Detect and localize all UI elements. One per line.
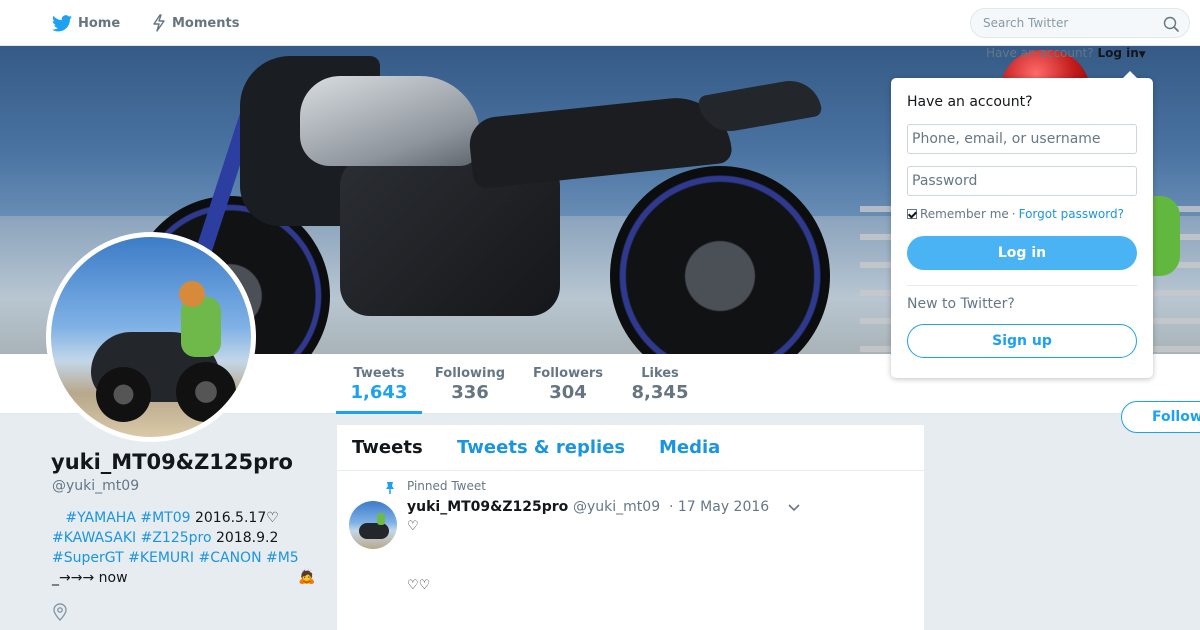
login-dropdown-toggle[interactable]: Log in▼ [1097, 46, 1145, 60]
bio-line-1: #YAMAHA #MT09 2016.5.17♡ [52, 508, 322, 528]
tweet-timestamp[interactable]: · 17 May 2016 [669, 499, 769, 515]
stat-tweets[interactable]: Tweets 1,643 [336, 354, 422, 414]
stat-following[interactable]: Following 336 [430, 354, 510, 414]
login-divider [907, 285, 1137, 286]
bio-text-1: 2016.5.17♡ [190, 510, 279, 526]
avatar-helmet [179, 281, 205, 307]
location-pin-icon [53, 603, 67, 621]
password-field[interactable] [907, 166, 1137, 196]
login-dropdown: Have an account? Remember me · Forgot pa… [891, 71, 1153, 378]
bio-line-3: #SuperGT #KEMURI #CANON #M5 [52, 548, 322, 568]
search-box [970, 8, 1190, 38]
avatar-front-wheel [96, 367, 151, 422]
pinned-tweet-label: Pinned Tweet [407, 479, 486, 493]
bio-text-4: _→→→ now [52, 570, 128, 586]
banner-tail [697, 75, 823, 137]
tab-media[interactable]: Media [659, 437, 720, 458]
search-icon[interactable] [1163, 16, 1179, 32]
tweet-text-line-1: ♡ [407, 519, 419, 534]
search-input[interactable] [983, 16, 1153, 30]
bio-line-2: #KAWASAKI #Z125pro 2018.9.2 [52, 528, 322, 548]
nav-moments-label: Moments [172, 15, 240, 31]
login-button[interactable]: Log in [907, 236, 1137, 270]
new-to-twitter-text: New to Twitter? [907, 296, 1015, 312]
stat-followers-label: Followers [532, 366, 604, 381]
avatar-rear-wheel [176, 362, 236, 422]
tab-tweets[interactable]: Tweets [352, 437, 423, 458]
nav-home-label: Home [78, 15, 121, 31]
remember-me-row: Remember me · Forgot password? [907, 207, 1124, 221]
profile-screen-name[interactable]: @yuki_mt09 [52, 478, 139, 494]
lightning-icon [153, 14, 165, 32]
forgot-password-link[interactable]: Forgot password? [1019, 207, 1124, 221]
profile-avatar[interactable] [46, 232, 256, 442]
pin-icon [386, 482, 394, 494]
have-account-text: Have an account? [986, 46, 1094, 60]
bio-text-2: 2018.9.2 [211, 530, 279, 546]
remember-me-checkbox[interactable] [907, 209, 917, 219]
profile-bio: #YAMAHA #MT09 2016.5.17♡ #KAWASAKI #Z125… [52, 508, 322, 588]
bio-hashtags-3[interactable]: #SuperGT #KEMURI #CANON #M5 [52, 550, 299, 566]
tweet-avatar[interactable] [349, 501, 397, 549]
stat-likes-label: Likes [641, 366, 679, 381]
tab-tweets-and-replies[interactable]: Tweets & replies [457, 437, 625, 458]
stat-likes[interactable]: Likes 8,345 [624, 354, 696, 414]
stat-tweets-value: 1,643 [350, 382, 408, 403]
stat-tweets-label: Tweets [353, 366, 405, 381]
nav-home[interactable]: Home [52, 0, 120, 46]
tweet-avatar-bike [359, 523, 389, 539]
login-toggle-label: Log in [1097, 46, 1139, 60]
stat-following-label: Following [434, 366, 506, 381]
bowing-person-emoji: 🙇 [298, 569, 316, 585]
remember-me-label: Remember me [920, 207, 1009, 221]
timeline: Tweets Tweets & replies Media Pinned Twe… [337, 425, 924, 630]
stat-followers-value: 304 [549, 382, 587, 403]
banner-fuel-tank [300, 76, 480, 166]
remember-separator: · [1011, 207, 1016, 221]
tweet-author-handle[interactable]: @yuki_mt09 [573, 499, 660, 515]
timeline-tabs: Tweets Tweets & replies Media [337, 425, 924, 471]
tweet-text-line-2: ♡♡ [407, 578, 431, 593]
caret-down-icon: ▼ [1138, 50, 1146, 60]
signup-button[interactable]: Sign up [907, 324, 1137, 358]
tweet-author-name[interactable]: yuki_MT09&Z125pro [407, 499, 568, 515]
follow-button[interactable]: Follow [1121, 401, 1200, 433]
bio-hashtags-2[interactable]: #KAWASAKI #Z125pro [52, 530, 212, 546]
chevron-down-icon[interactable] [787, 503, 801, 513]
stat-following-value: 336 [451, 382, 489, 403]
top-navigation: Home Moments [0, 0, 1200, 46]
have-account-prompt: Have an account? Log in▼ [986, 46, 1146, 60]
banner-rear-wheel [610, 166, 830, 354]
nav-moments[interactable]: Moments [152, 0, 239, 46]
bio-hashtags-1[interactable]: #YAMAHA #MT09 [65, 510, 190, 526]
stat-likes-value: 8,345 [631, 382, 689, 403]
username-field[interactable] [907, 124, 1137, 154]
twitter-bird-icon [52, 14, 72, 31]
stat-followers[interactable]: Followers 304 [528, 354, 608, 414]
bio-line-4: _→→→ now [52, 568, 322, 588]
tweet-avatar-rider [377, 513, 385, 525]
login-title: Have an account? [907, 94, 1033, 110]
profile-full-name[interactable]: yuki_MT09&Z125pro [51, 450, 293, 474]
